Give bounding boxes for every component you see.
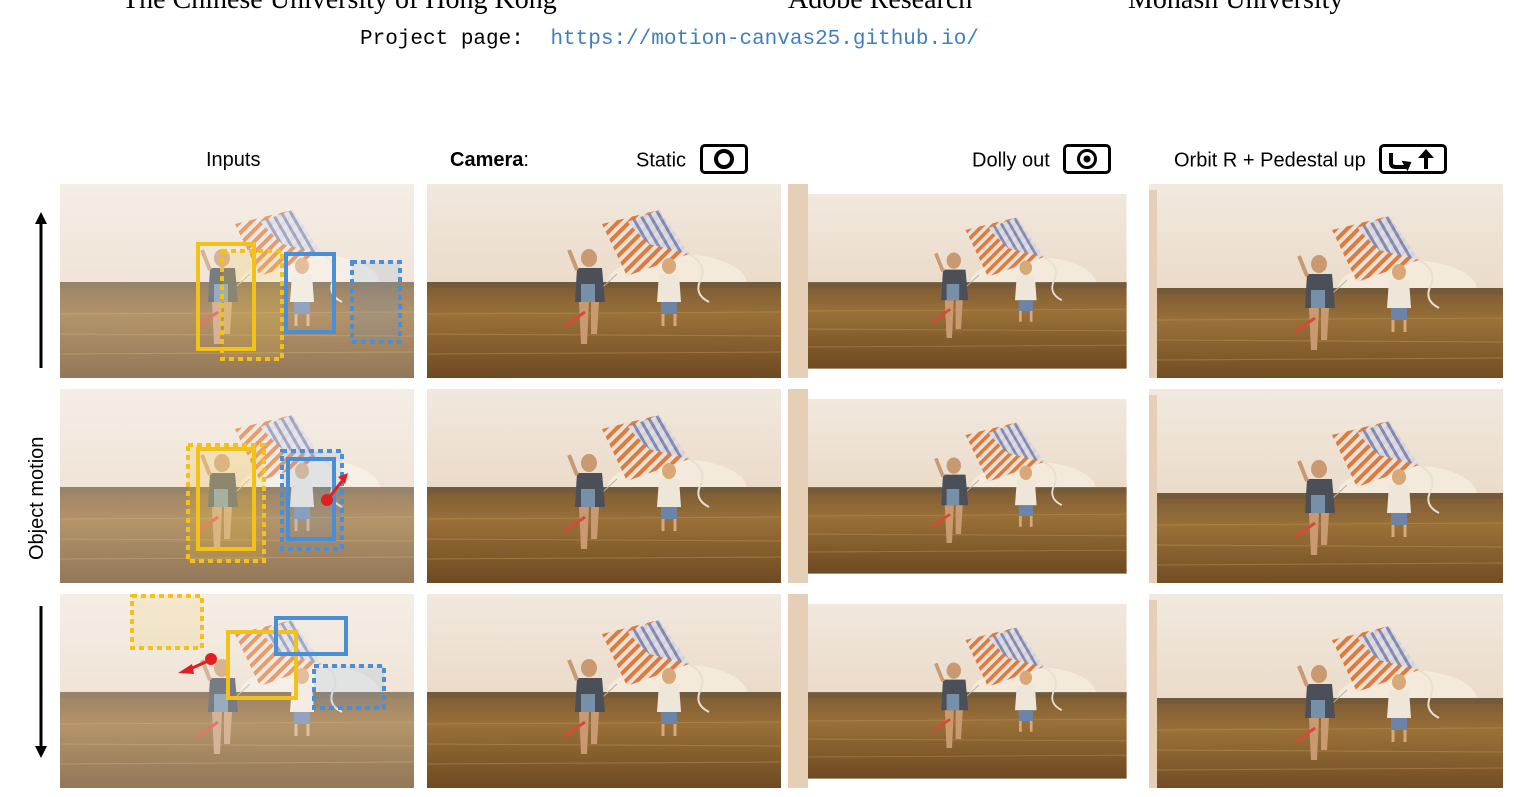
dolly-out-frame-row-2 [788, 389, 1142, 583]
yellow-box-target [130, 594, 204, 650]
orbit-pedestal-frame-row-2 [1149, 389, 1503, 583]
orbit-pedestal-icon [1379, 144, 1448, 174]
upward-motion-arrow [35, 212, 47, 368]
motion-arrow-dot [205, 653, 217, 665]
camera-label: Camera: [450, 146, 529, 174]
blue-box-target [350, 260, 402, 344]
project-page-label: Project page: [360, 28, 524, 51]
project-page: Project page: https://motion-canvas25.gi… [360, 28, 979, 51]
object-motion-text: Object motion [26, 436, 48, 560]
camera-label-text: Camera [450, 149, 524, 171]
input-frame-row-1 [60, 184, 414, 378]
static-frame-row-1 [427, 184, 781, 378]
input-frame-row-3 [60, 594, 414, 788]
project-page-link[interactable]: https://motion-canvas25.github.io/ [550, 28, 978, 51]
column-title-orbit-pedestal: Orbit R + Pedestal up [1174, 144, 1448, 176]
affiliations: The Chinese University of Hong Kong Adob… [0, 0, 1514, 16]
static-frame-row-3 [427, 594, 781, 788]
orbit-pedestal-frame-row-1 [1149, 184, 1503, 378]
column-label-dolly-out: Dolly out [972, 149, 1050, 172]
downward-motion-arrow [35, 606, 47, 758]
affiliation-monash: Monash University [1128, 0, 1343, 16]
motion-arrow-dot [321, 494, 333, 506]
dolly-out-icon [1063, 144, 1112, 174]
affiliation-adobe: Adobe Research [788, 0, 972, 16]
inputs-title: Inputs [206, 149, 261, 171]
column-label-static: Static [636, 149, 687, 172]
orbit-pedestal-frame-row-3 [1149, 594, 1503, 788]
column-title-static: Static [636, 144, 748, 176]
static-frame-row-2 [427, 389, 781, 583]
column-title-dolly-out: Dolly out [972, 144, 1112, 176]
dolly-out-frame-row-3 [788, 594, 1142, 788]
input-frame-row-2 [60, 389, 414, 583]
affiliation-cuhk: The Chinese University of Hong Kong [122, 0, 557, 16]
object-motion-label: Object motion [26, 437, 56, 590]
yellow-box-target [220, 249, 284, 361]
static-camera-icon [699, 144, 748, 174]
blue-box-target [312, 664, 386, 710]
camera-label-colon: : [523, 149, 529, 171]
dolly-out-frame-row-1 [788, 184, 1142, 378]
column-label-orbit-pedestal: Orbit R + Pedestal up [1174, 149, 1366, 172]
